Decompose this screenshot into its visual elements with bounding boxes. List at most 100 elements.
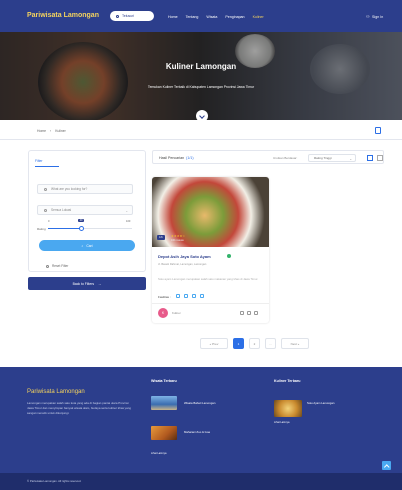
prev-page-button[interactable]: « Prev — [200, 338, 228, 349]
hero-banner: Kuliner Lamongan Temukan Kuliner Terbaik… — [0, 32, 402, 120]
slider-label: Rating — [37, 227, 46, 231]
sort-select-value: Rating Tinggi — [314, 156, 332, 160]
footer: Pariwisata Lamongan Lamongan merupakan s… — [0, 367, 402, 473]
listing-author: Kuliner — [172, 311, 181, 315]
card-divider — [152, 303, 269, 304]
heart-icon[interactable] — [247, 311, 251, 315]
tab-filter[interactable]: Filter — [35, 159, 43, 163]
footer-thumb-image[interactable] — [274, 400, 302, 417]
star-rating: ★★★★☆ — [171, 234, 186, 238]
avatar: K — [158, 308, 168, 318]
results-count: (1/1) — [186, 156, 194, 160]
reset-filter-label: Reset Filter — [52, 264, 69, 268]
grid-view-icon[interactable] — [367, 155, 373, 161]
search-button[interactable]: ⌕ Cari — [39, 240, 135, 251]
hero-overlay — [0, 32, 402, 120]
slider-fill — [48, 228, 82, 230]
location-select-value: Semua Lokasi — [51, 208, 72, 212]
back-to-filters-button[interactable]: Back to Filters → — [28, 277, 146, 290]
search-pill[interactable]: Telusuri — [110, 11, 154, 21]
scroll-down-icon[interactable] — [196, 110, 208, 122]
footer-wisata-item-2[interactable]: Maharani Zoo & Goa — [184, 430, 210, 434]
signin-link[interactable]: Sign In — [372, 15, 383, 19]
listing-address: Jl. Basuki Rahmat, Lamongan, Lamongan — [158, 263, 207, 266]
footer-col-wisata-title: Wisata Terbaru — [151, 379, 177, 383]
footer-col-kuliner-title: Kuliner Terbaru — [274, 379, 301, 383]
back-button-label: Back to Filters — [72, 281, 95, 286]
breadcrumb-bar: Home › Kuliner — [0, 122, 402, 140]
pin-icon — [44, 208, 47, 212]
footer-wisata-more-link[interactable]: Lihat Lainnya — [151, 452, 166, 455]
page-2-button[interactable]: 2 — [249, 338, 260, 349]
nav-penginapan[interactable]: Penginapan — [225, 15, 244, 19]
breadcrumb: Home › Kuliner — [37, 129, 66, 133]
footer-thumb-image[interactable] — [151, 426, 177, 440]
review-count: 100 reviews — [171, 239, 184, 242]
wifi-icon — [176, 294, 180, 298]
listing-title[interactable]: Depot Asih Jaya Soto Ayam — [158, 254, 211, 259]
main-nav: Home Tentang Wisata Penginapan Kuliner — [168, 15, 264, 19]
listing-image[interactable] — [152, 177, 269, 247]
footer-kuliner-more-link[interactable]: Lihat Lainnya — [274, 421, 289, 424]
footer-description: Lamongan merupakan salah satu kota yang … — [27, 401, 131, 415]
footer-bottom-bar: © Pariwisata Lamongan. All rights reserv… — [0, 473, 402, 490]
page-ellipsis: … — [265, 338, 276, 349]
breadcrumb-home[interactable]: Home — [37, 129, 46, 133]
nav-wisata[interactable]: Wisata — [206, 15, 217, 19]
rating-slider[interactable] — [48, 225, 132, 231]
user-icon: ⚇ — [366, 14, 370, 19]
hero-title: Kuliner Lamongan — [165, 62, 237, 71]
slider-max: 100 — [126, 220, 131, 223]
share-icon[interactable] — [240, 311, 244, 315]
parking-icon — [184, 294, 188, 298]
sort-select[interactable]: Rating Tinggi ⌄ — [308, 154, 356, 162]
back-to-top-icon[interactable] — [382, 461, 391, 470]
page-1-button[interactable]: 1 — [233, 338, 244, 349]
pagination: « Prev 1 2 … Next » — [200, 338, 309, 349]
arrow-right-icon: → — [98, 281, 102, 286]
results-title: Hasil Pencarian (1/1) — [159, 156, 194, 160]
drink-icon — [200, 294, 204, 298]
bookmark-icon[interactable] — [375, 127, 381, 134]
rating-badge: 4.6 — [157, 235, 165, 240]
search-button-label: Cari — [86, 243, 93, 248]
listing-description: Soto ayam Lamongan merupakan salah satu … — [158, 277, 259, 281]
facility-icons — [176, 294, 204, 298]
copyright: © Pariwisata Lamongan. All rights reserv… — [27, 479, 82, 483]
slider-value: 40 — [77, 219, 85, 222]
search-pill-label: Telusuri — [122, 14, 135, 18]
card-actions — [240, 311, 258, 315]
reset-icon — [46, 264, 49, 268]
nav-tentang[interactable]: Tentang — [186, 15, 199, 19]
top-navbar: Pariwisata Lamongan Telusuri Home Tentan… — [0, 0, 402, 32]
chevron-down-icon: ⌄ — [125, 209, 128, 213]
search-placeholder: What are you looking for? — [51, 187, 88, 191]
footer-brand[interactable]: Pariwisata Lamongan — [27, 389, 85, 395]
verified-icon — [227, 254, 231, 258]
search-icon: ⌕ — [81, 243, 84, 248]
slider-handle[interactable] — [79, 225, 85, 231]
footer-kuliner-item-1[interactable]: Soto Ayam Lamongan — [307, 401, 334, 405]
sort-label: Urutkan Berdasar: — [273, 156, 298, 160]
footer-thumb-image[interactable] — [151, 396, 177, 410]
breadcrumb-current: Kuliner — [55, 129, 66, 133]
tab-underline — [35, 166, 59, 167]
brand-logo[interactable]: Pariwisata Lamongan — [27, 12, 99, 19]
keyword-search-input[interactable]: What are you looking for? — [37, 184, 133, 194]
nav-home[interactable]: Home — [168, 15, 178, 19]
location-select[interactable]: Semua Lokasi ⌄ — [37, 205, 133, 215]
chevron-down-icon: ⌄ — [349, 157, 352, 161]
food-icon — [192, 294, 196, 298]
bookmark-icon[interactable] — [254, 311, 258, 315]
listing-card[interactable]: 4.6 ★★★★☆ 100 reviews Depot Asih Jaya So… — [152, 177, 269, 323]
reset-filter[interactable]: Reset Filter — [46, 264, 68, 268]
slider-min: 0 — [48, 220, 50, 223]
list-view-icon[interactable] — [377, 155, 383, 161]
search-icon — [44, 187, 47, 191]
facilities-label: Fasilitas : — [158, 295, 171, 299]
next-page-button[interactable]: Next » — [281, 338, 309, 349]
hero-subtitle: Temukan Kuliner Terbaik di Kabupaten Lam… — [147, 85, 255, 89]
nav-kuliner[interactable]: Kuliner — [253, 15, 264, 19]
results-header: Hasil Pencarian (1/1) Urutkan Berdasar: R… — [152, 150, 384, 164]
footer-wisata-item-1[interactable]: Wisata Bahari Lamongan — [184, 401, 215, 405]
